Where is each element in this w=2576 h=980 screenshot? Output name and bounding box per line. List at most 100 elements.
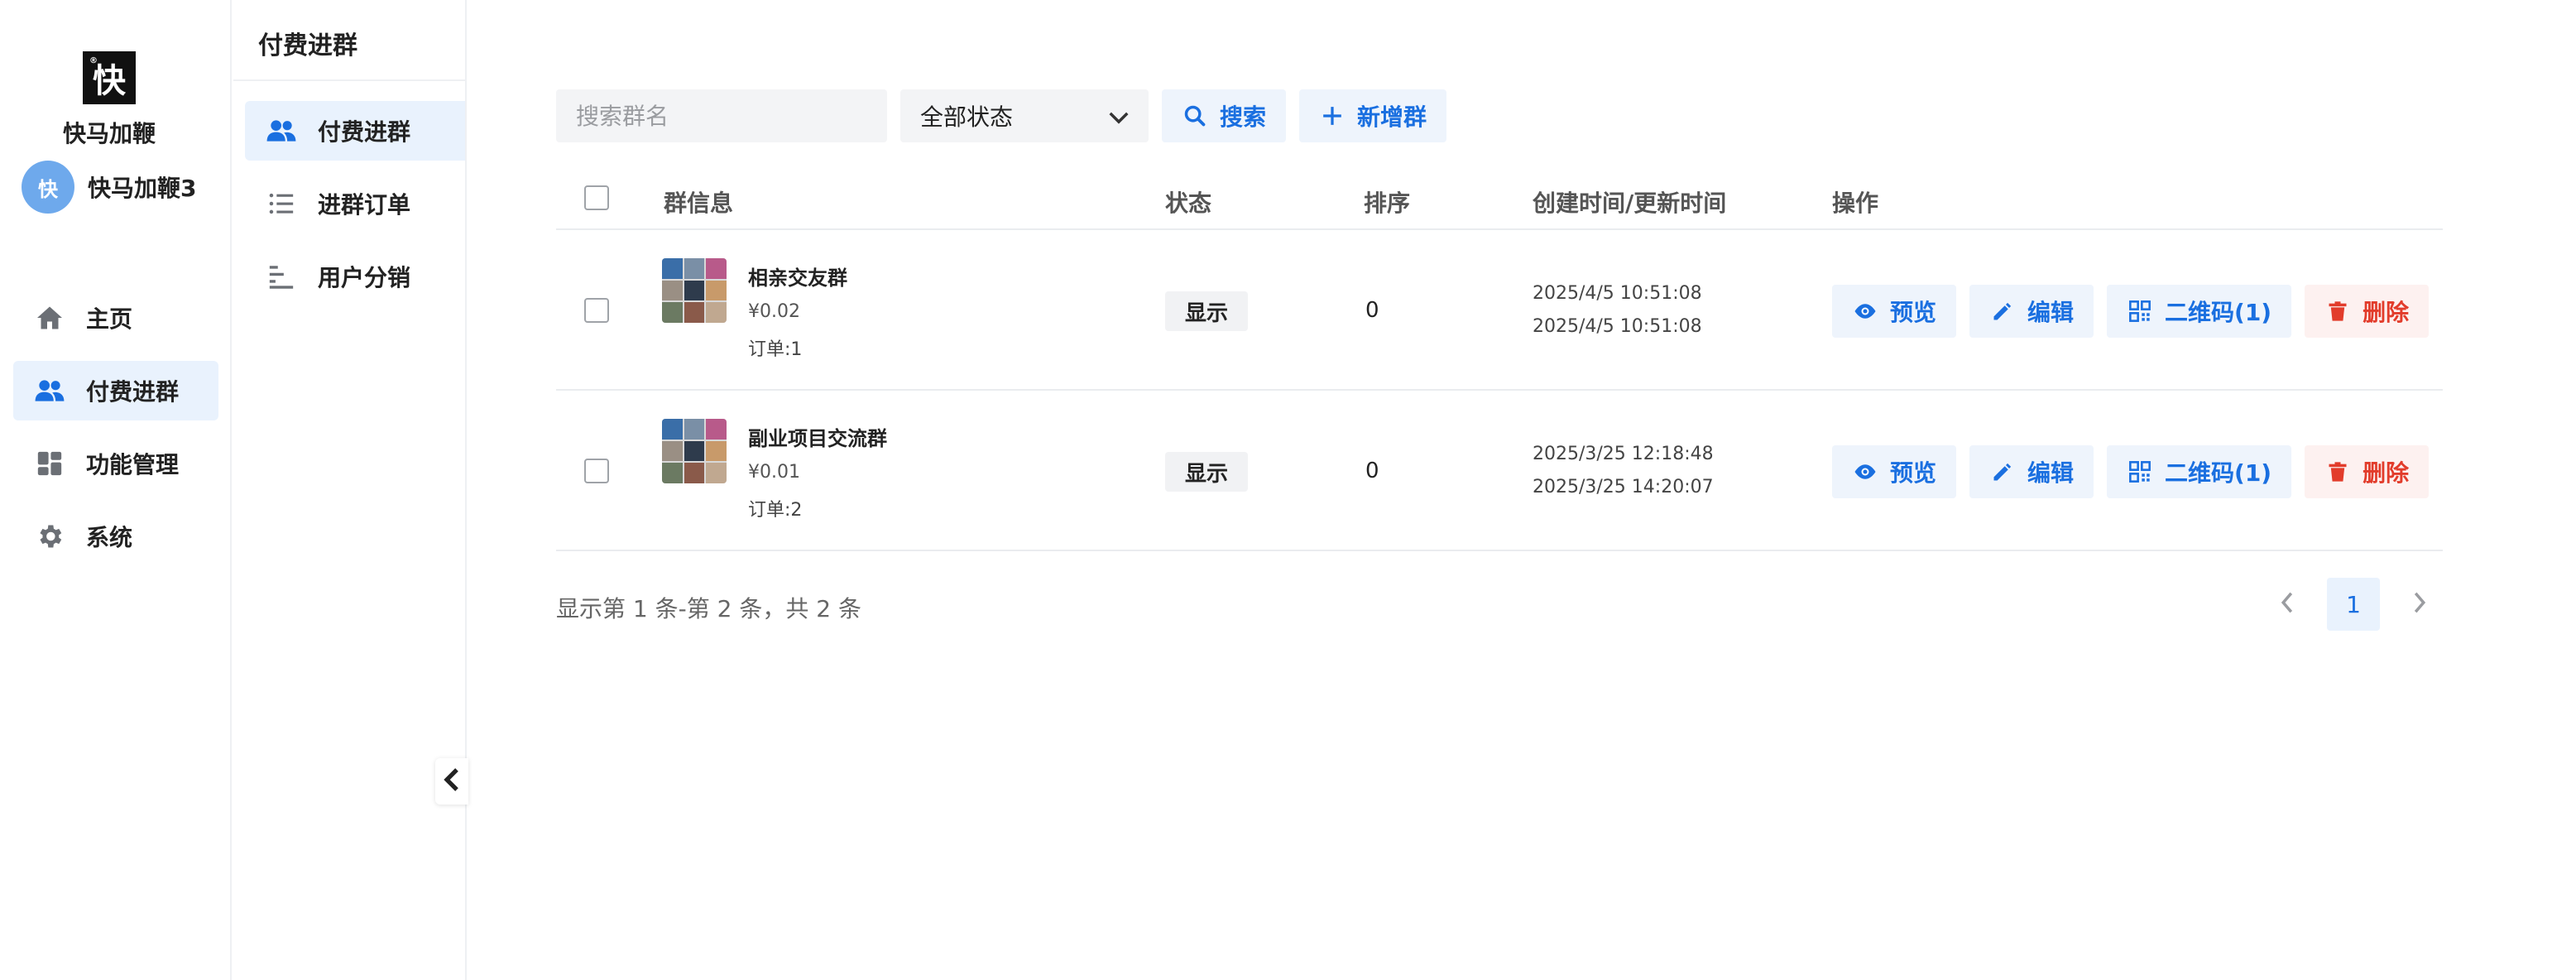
- row-actions: 预览 编辑 二维码(1) 删除: [1832, 285, 2442, 338]
- table-row: 相亲交友群 ¥0.02 订单:1 显示 0 2025/4/5 10:51:08 …: [556, 230, 2443, 391]
- table-header: 群信息 状态 排序 创建时间/更新时间 操作: [556, 172, 2443, 230]
- column-header-info: 群信息: [664, 190, 734, 217]
- subnav-item-distribution[interactable]: 用户分销: [245, 247, 465, 306]
- group-thumbnail: [662, 419, 727, 483]
- add-group-button-label: 新增群: [1357, 103, 1427, 131]
- qrcode-button-label: 二维码(1): [2165, 459, 2272, 487]
- user-profile[interactable]: 快 快马加鞭3: [22, 161, 196, 214]
- group-name: 相亲交友群: [748, 267, 847, 290]
- updated-time: 2025/3/25 14:20:07: [1533, 477, 1714, 497]
- qrcode-button[interactable]: 二维码(1): [2107, 285, 2292, 338]
- qrcode-icon: [2127, 298, 2153, 324]
- main-content: 全部状态 搜索 新增群 群信息 状态: [556, 0, 2451, 980]
- gear-icon: [33, 520, 66, 553]
- pencil-icon: [1989, 298, 2016, 324]
- preview-button[interactable]: 预览: [1832, 445, 1957, 498]
- table-row: 副业项目交流群 ¥0.01 订单:2 显示 0 2025/3/25 12:18:…: [556, 391, 2443, 551]
- column-header-sort: 排序: [1364, 190, 1411, 217]
- search-icon: [1182, 103, 1208, 129]
- search-button[interactable]: 搜索: [1162, 89, 1287, 142]
- created-time: 2025/3/25 12:18:48: [1533, 444, 1714, 464]
- preview-button[interactable]: 预览: [1832, 285, 1957, 338]
- delete-button-label: 删除: [2363, 299, 2410, 326]
- page-number-current[interactable]: 1: [2327, 578, 2380, 631]
- nav-item-system[interactable]: 系统: [13, 507, 218, 566]
- prev-page-button[interactable]: [2261, 578, 2314, 631]
- search-button-label: 搜索: [1220, 103, 1267, 131]
- select-all-checkbox[interactable]: [584, 185, 609, 210]
- nav-item-label: 主页: [86, 305, 133, 333]
- group-thumbnail: [662, 258, 727, 323]
- trash-icon: [2324, 298, 2351, 324]
- edit-button[interactable]: 编辑: [1969, 285, 2094, 338]
- home-icon: [33, 301, 66, 334]
- logo-text: 快: [93, 61, 126, 100]
- group-name: 副业项目交流群: [748, 427, 887, 450]
- group-price: ¥0.01: [748, 462, 800, 483]
- brand-name: 快马加鞭: [62, 120, 156, 147]
- next-page-button[interactable]: [2393, 578, 2446, 631]
- status-badge: 显示: [1165, 291, 1249, 331]
- user-name: 快马加鞭3: [88, 175, 197, 202]
- group-orders: 订单:2: [748, 500, 803, 521]
- pencil-icon: [1989, 459, 2016, 485]
- delete-button[interactable]: 删除: [2305, 445, 2430, 498]
- add-group-button[interactable]: 新增群: [1299, 89, 1447, 142]
- chevron-left-icon: [2281, 592, 2294, 617]
- status-badge: 显示: [1165, 452, 1249, 492]
- chevron-down-icon: [1109, 103, 1129, 130]
- delete-button-label: 删除: [2363, 459, 2410, 487]
- trash-icon: [2324, 459, 2351, 485]
- toolbar: 全部状态 搜索 新增群: [556, 89, 1447, 142]
- column-header-time: 创建时间/更新时间: [1533, 190, 1727, 217]
- subnav-item-label: 付费进群: [318, 118, 411, 146]
- updated-time: 2025/4/5 10:51:08: [1533, 316, 1702, 337]
- collapse-sidebar-button[interactable]: [435, 758, 468, 805]
- nav-item-home[interactable]: 主页: [13, 288, 218, 348]
- status-select[interactable]: 全部状态: [900, 89, 1149, 142]
- edit-button[interactable]: 编辑: [1969, 445, 2094, 498]
- column-header-status: 状态: [1165, 190, 1212, 217]
- row-checkbox[interactable]: [584, 298, 609, 323]
- group-orders: 订单:1: [748, 339, 803, 360]
- users-icon: [33, 374, 66, 407]
- group-price: ¥0.02: [748, 301, 800, 322]
- search-input[interactable]: [556, 89, 887, 142]
- logo-mark: ®: [89, 56, 98, 65]
- subnav-list: 付费进群 进群订单 用户分销: [245, 101, 465, 319]
- preview-button-label: 预览: [1890, 299, 1937, 326]
- chevron-left-icon: [444, 768, 460, 795]
- sort-value: 0: [1365, 459, 1379, 483]
- subnav-title: 付费进群: [258, 31, 357, 60]
- bars-icon: [265, 260, 298, 293]
- preview-button-label: 预览: [1890, 459, 1937, 487]
- subnav-item-label: 用户分销: [318, 264, 411, 291]
- qrcode-button[interactable]: 二维码(1): [2107, 445, 2292, 498]
- avatar: 快: [22, 161, 74, 214]
- qrcode-icon: [2127, 459, 2153, 485]
- column-header-actions: 操作: [1832, 190, 1879, 217]
- pagination: 1: [2261, 578, 2446, 631]
- nav-item-label: 功能管理: [86, 451, 180, 478]
- app-root: ® 快 快马加鞭 快 快马加鞭3 主页 付费进群 功能管理 系统 付费进群 付费…: [0, 0, 2576, 980]
- groups-table: 群信息 状态 排序 创建时间/更新时间 操作 相亲交友群 ¥0.02 订单:1 …: [556, 172, 2443, 551]
- row-checkbox[interactable]: [584, 459, 609, 483]
- subnav-item-paid-group[interactable]: 付费进群: [245, 101, 465, 161]
- chevron-right-icon: [2413, 592, 2426, 617]
- subnav-item-label: 进群订单: [318, 191, 411, 219]
- delete-button[interactable]: 删除: [2305, 285, 2430, 338]
- nav-item-label: 付费进群: [86, 378, 180, 406]
- app-logo: ® 快: [83, 51, 136, 104]
- nav-item-features[interactable]: 功能管理: [13, 434, 218, 493]
- list-icon: [265, 187, 298, 220]
- row-actions: 预览 编辑 二维码(1) 删除: [1832, 445, 2442, 498]
- primary-sidebar: ® 快 快马加鞭 快 快马加鞭3 主页 付费进群 功能管理 系统: [0, 0, 232, 980]
- eye-icon: [1852, 459, 1878, 485]
- secondary-sidebar: 付费进群 付费进群 进群订单 用户分销: [233, 0, 467, 980]
- nav-item-label: 系统: [86, 524, 133, 551]
- subnav-item-orders[interactable]: 进群订单: [245, 174, 465, 233]
- nav-item-paid-group[interactable]: 付费进群: [13, 361, 218, 420]
- plus-icon: [1319, 103, 1346, 129]
- main-nav: 主页 付费进群 功能管理 系统: [13, 288, 218, 579]
- qrcode-button-label: 二维码(1): [2165, 299, 2272, 326]
